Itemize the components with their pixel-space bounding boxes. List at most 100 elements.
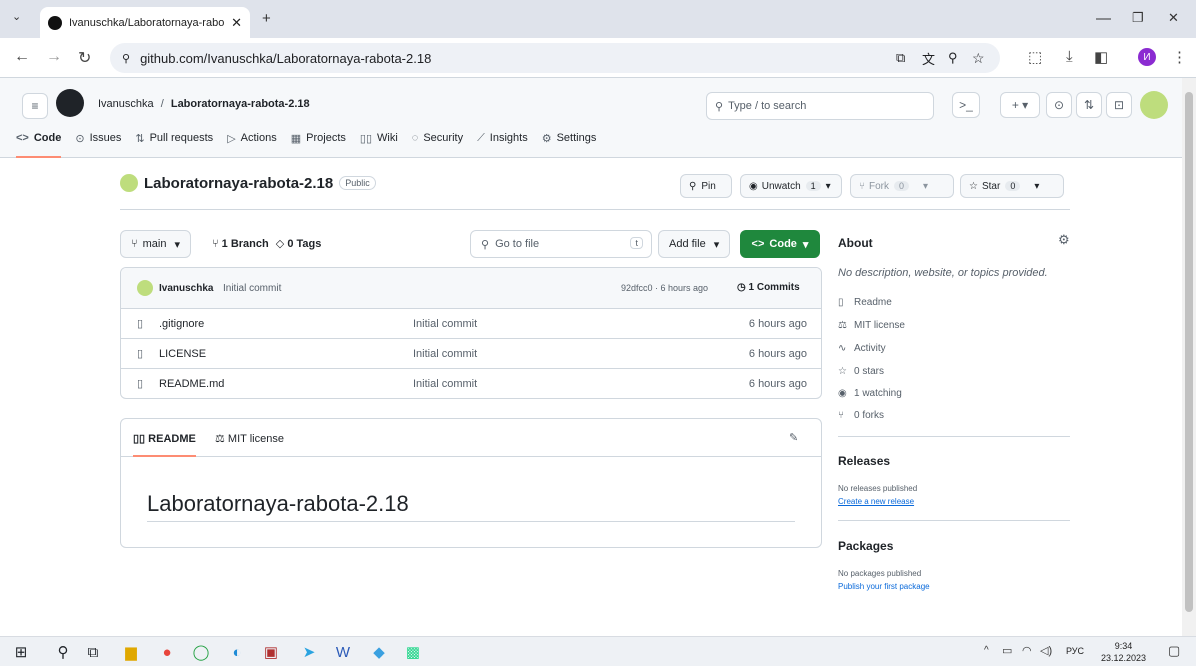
table-row[interactable]: ▯ README.md Initial commit 6 hours ago <box>121 369 821 398</box>
winrar-icon[interactable]: ▣ <box>260 641 282 663</box>
inbox-icon[interactable]: ⊡ <box>1106 92 1132 118</box>
tab-list-chevron-icon[interactable]: ⌄ <box>12 10 21 23</box>
notifications-icon[interactable]: ▢ <box>1168 643 1180 659</box>
side-panel-icon[interactable]: ◧ <box>1094 48 1108 66</box>
task-view-icon[interactable]: ⧉ <box>82 641 104 663</box>
repo-name[interactable]: Laboratornaya-rabota-2.18 <box>144 175 333 192</box>
fork-button[interactable]: ⑂ Fork 0 ▾ <box>850 174 954 198</box>
about-readme[interactable]: ▯ Readme <box>838 297 892 308</box>
about-forks[interactable]: ⑂ 0 forks <box>838 410 884 421</box>
commit-hash-time[interactable]: 92dfcc0 · 6 hours ago <box>621 283 708 293</box>
search-input[interactable]: ⚲ Type / to search <box>706 92 934 120</box>
user-avatar[interactable] <box>1140 91 1168 119</box>
go-to-file-input[interactable]: ⚲ Go to file t <box>470 230 652 258</box>
branches-link[interactable]: 1 Branch <box>222 238 269 250</box>
language-indicator[interactable]: РУС <box>1066 646 1084 656</box>
whatsapp-icon[interactable]: ◯ <box>190 641 212 663</box>
edit-pencil-icon[interactable]: ✎ <box>789 431 798 444</box>
hamburger-menu-icon[interactable]: ≡ <box>22 93 48 119</box>
unwatch-button[interactable]: ◉ Unwatch 1 ▾ <box>740 174 842 198</box>
owner-avatar[interactable] <box>120 174 138 192</box>
site-info-icon[interactable]: ⚲ <box>122 52 130 65</box>
word-icon[interactable]: W <box>332 641 354 663</box>
tab-actions[interactable]: ▷ Actions <box>227 132 277 158</box>
file-commit-message[interactable]: Initial commit <box>413 318 477 330</box>
commit-message[interactable]: Initial commit <box>223 283 281 294</box>
tab-wiki[interactable]: ▯▯ Wiki <box>360 132 398 158</box>
author-avatar[interactable] <box>137 280 153 296</box>
forward-icon[interactable]: → <box>46 48 62 66</box>
close-tab-icon[interactable]: ✕ <box>231 15 242 31</box>
edge-icon[interactable]: ◐ <box>226 641 248 663</box>
about-stars[interactable]: ☆ 0 stars <box>838 366 884 377</box>
back-icon[interactable]: ← <box>14 48 30 66</box>
clock[interactable]: 9:34 23.12.2023 <box>1101 640 1146 664</box>
tab-code[interactable]: <> Code <box>16 132 62 158</box>
star-button[interactable]: ☆ Star 0 ▾ <box>960 174 1064 198</box>
extensions-icon[interactable]: ⬚ <box>1028 48 1042 66</box>
window-close-icon[interactable]: ✕ <box>1168 10 1179 26</box>
license-tab[interactable]: ⚖ MIT license <box>215 432 284 445</box>
github-logo-icon[interactable] <box>56 89 84 117</box>
table-row[interactable]: ▯ LICENSE Initial commit 6 hours ago <box>121 339 821 369</box>
browser-tab[interactable]: Ivanuschka/Laboratornaya-rabo ✕ <box>40 7 250 38</box>
new-tab-icon[interactable]: + <box>262 10 271 27</box>
file-explorer-icon[interactable]: ▆ <box>120 641 142 663</box>
bookmark-star-icon[interactable]: ☆ <box>972 50 985 67</box>
issues-icon[interactable]: ⊙ <box>1046 92 1072 118</box>
download-icon[interactable]: ⤓ <box>1066 48 1073 65</box>
file-name[interactable]: .gitignore <box>159 318 204 330</box>
file-commit-message[interactable]: Initial commit <box>413 348 477 360</box>
zoom-icon[interactable]: ⚲ <box>948 50 958 66</box>
publish-package-link[interactable]: Publish your first package <box>838 582 930 591</box>
readme-tab[interactable]: ▯▯ README <box>133 419 196 457</box>
create-release-link[interactable]: Create a new release <box>838 497 914 506</box>
commit-author[interactable]: Ivanuschka <box>159 283 213 294</box>
taskbar-search-icon[interactable]: ⚲ <box>52 641 74 663</box>
breadcrumb-owner[interactable]: Ivanuschka <box>98 98 154 110</box>
browser-menu-icon[interactable]: ⋮ <box>1172 48 1187 66</box>
wifi-icon[interactable]: ◠ <box>1022 644 1032 657</box>
branch-select[interactable]: ⑂ main ▾ <box>120 230 191 258</box>
pycharm-icon[interactable]: ▩ <box>402 641 424 663</box>
file-name[interactable]: README.md <box>159 378 224 390</box>
about-watching[interactable]: ◉ 1 watching <box>838 388 902 399</box>
file-commit-message[interactable]: Initial commit <box>413 378 477 390</box>
pull-requests-icon[interactable]: ⇅ <box>1076 92 1102 118</box>
profile-avatar[interactable]: И <box>1138 48 1156 66</box>
chrome-icon[interactable]: ● <box>156 641 178 663</box>
releases-title[interactable]: Releases <box>838 454 890 468</box>
about-settings-gear-icon[interactable]: ⚙ <box>1058 232 1070 248</box>
tab-settings[interactable]: ⚙ Settings <box>542 132 597 158</box>
windows-start-icon[interactable]: ⊞ <box>10 641 32 663</box>
volume-icon[interactable]: ◁) <box>1040 644 1052 657</box>
reload-icon[interactable]: ↻ <box>78 48 91 68</box>
breadcrumb-repo[interactable]: Laboratornaya-rabota-2.18 <box>171 98 310 110</box>
file-name[interactable]: LICENSE <box>159 348 206 360</box>
create-new-icon[interactable]: + ▾ <box>1000 92 1040 118</box>
command-palette-icon[interactable]: >_ <box>952 92 980 118</box>
tags-link[interactable]: 0 Tags <box>287 238 321 250</box>
tab-projects[interactable]: ▦ Projects <box>291 132 346 158</box>
tab-issues[interactable]: ⊙ Issues <box>75 132 121 158</box>
about-license[interactable]: ⚖ MIT license <box>838 320 905 331</box>
cast-icon[interactable]: ⧉ <box>896 50 905 66</box>
table-row[interactable]: ▯ .gitignore Initial commit 6 hours ago <box>121 309 821 339</box>
scrollbar-thumb[interactable] <box>1185 92 1193 612</box>
page-scrollbar[interactable] <box>1182 78 1196 636</box>
sourcetree-icon[interactable]: ◆ <box>368 641 390 663</box>
about-activity[interactable]: ∿ Activity <box>838 343 886 354</box>
code-button[interactable]: <> Code ▾ <box>740 230 820 258</box>
pin-button[interactable]: ⚲ Pin <box>680 174 732 198</box>
telegram-icon[interactable]: ➤ <box>298 641 320 663</box>
battery-icon[interactable]: ▭ <box>1002 644 1012 657</box>
tray-chevron-icon[interactable]: ^ <box>984 645 989 656</box>
tab-pull-requests[interactable]: ⇅ Pull requests <box>135 132 213 158</box>
restore-icon[interactable]: ❐ <box>1132 10 1144 26</box>
tab-insights[interactable]: ⟋ Insights <box>477 132 528 158</box>
url-bar[interactable]: ⚲ github.com/Ivanuschka/Laboratornaya-ra… <box>110 43 1000 73</box>
tab-security[interactable]: ◌ Security <box>412 132 463 158</box>
translate-icon[interactable]: 文 <box>922 49 935 68</box>
packages-title[interactable]: Packages <box>838 539 893 553</box>
add-file-button[interactable]: Add file ▾ <box>658 230 731 258</box>
